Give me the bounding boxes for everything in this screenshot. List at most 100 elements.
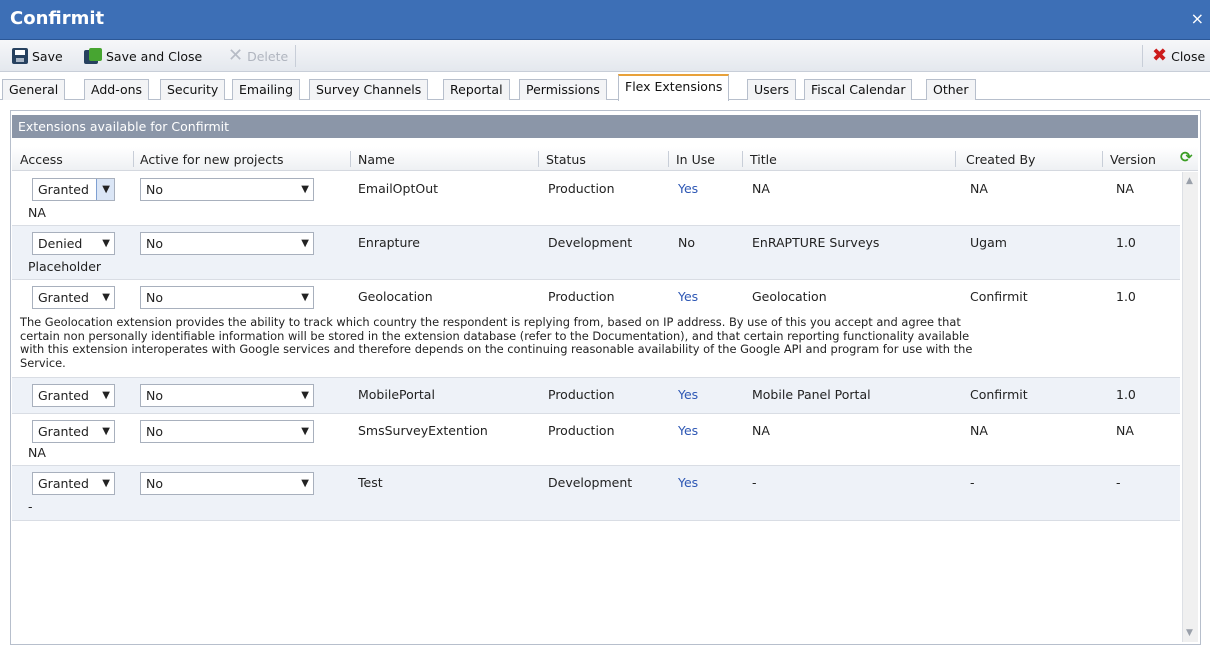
tab-general[interactable]: General	[2, 79, 66, 100]
scroll-up-icon[interactable]: ▲	[1186, 176, 1193, 186]
in-use-link[interactable]: Yes	[678, 181, 698, 196]
extension-version: 1.0	[1116, 387, 1136, 402]
tab-permissions[interactable]: Permissions	[519, 79, 607, 100]
in-use-value: No	[678, 235, 695, 250]
column-in-use[interactable]: In Use	[676, 152, 715, 167]
column-divider	[955, 151, 956, 167]
access-value: Granted	[38, 476, 89, 491]
chevron-down-icon: ▼	[102, 184, 110, 195]
save-and-close-button[interactable]: Save and Close	[80, 44, 206, 68]
toolbar-divider	[1142, 45, 1143, 67]
in-use-link[interactable]: Yes	[678, 423, 698, 438]
description-line: The Geolocation extension provides the a…	[20, 315, 961, 329]
refresh-icon[interactable]: ⟳	[1180, 149, 1196, 165]
access-select[interactable]: Denied ▼	[32, 232, 115, 255]
extension-title: NA	[752, 181, 770, 196]
active-value: No	[146, 182, 163, 197]
active-for-new-projects-select[interactable]: No ▼	[140, 472, 314, 495]
extension-name: MobilePortal	[358, 387, 435, 402]
table-row[interactable]: Granted ▼ No ▼ EmailOptOut Production Ye…	[12, 172, 1180, 226]
active-for-new-projects-select[interactable]: No ▼	[140, 178, 314, 201]
tab-other[interactable]: Other	[926, 79, 976, 100]
active-for-new-projects-select[interactable]: No ▼	[140, 420, 314, 443]
table-row[interactable]: Granted ▼ No ▼ Geolocation Production Ye…	[12, 280, 1180, 378]
delete-icon: ✕	[228, 45, 244, 66]
tab-users[interactable]: Users	[747, 79, 797, 100]
created-by: Ugam	[970, 235, 1007, 250]
close-button[interactable]: ✖ Close	[1148, 44, 1209, 68]
close-label: Close	[1171, 48, 1206, 64]
chevron-down-icon: ▼	[102, 238, 110, 249]
column-title[interactable]: Title	[750, 152, 777, 167]
description-line: certain non personally identifiable info…	[20, 328, 970, 343]
save-and-close-icon	[84, 48, 102, 64]
extension-version: NA	[1116, 181, 1134, 196]
column-name[interactable]: Name	[358, 152, 395, 167]
tab-fiscal-calendar[interactable]: Fiscal Calendar	[804, 79, 913, 100]
access-select[interactable]: Granted ▼	[32, 384, 115, 407]
column-status[interactable]: Status	[546, 152, 586, 167]
tab-reportal[interactable]: Reportal	[443, 79, 510, 100]
window-close-icon[interactable]: ×	[1191, 11, 1204, 27]
extension-title: EnRAPTURE Surveys	[752, 235, 880, 250]
chevron-down-icon: ▼	[301, 184, 309, 195]
close-icon: ✖	[1152, 45, 1168, 66]
save-button[interactable]: Save	[8, 44, 67, 68]
extension-status: Production	[548, 423, 615, 438]
access-select[interactable]: Granted ▼	[32, 472, 115, 495]
chevron-down-icon: ▼	[301, 390, 309, 401]
extension-title: Mobile Panel Portal	[752, 387, 871, 402]
extension-name: Test	[358, 475, 383, 490]
scroll-down-icon[interactable]: ▼	[1186, 628, 1193, 638]
extension-version: 1.0	[1116, 235, 1136, 250]
active-for-new-projects-select[interactable]: No ▼	[140, 384, 314, 407]
toolbar-divider	[295, 45, 296, 67]
column-version[interactable]: Version	[1110, 152, 1156, 167]
in-use-link[interactable]: Yes	[678, 289, 698, 304]
delete-button[interactable]: ✕ Delete	[224, 44, 292, 68]
column-divider	[668, 151, 669, 167]
access-select[interactable]: Granted ▼	[32, 286, 115, 309]
chevron-down-icon: ▼	[301, 478, 309, 489]
access-select[interactable]: Granted ▼	[32, 178, 115, 201]
column-divider	[538, 151, 539, 167]
chevron-down-icon: ▼	[102, 426, 110, 437]
tab-emailing[interactable]: Emailing	[232, 79, 301, 100]
description-line: with this extension interoperates with G…	[20, 342, 973, 356]
chevron-down-icon: ▼	[301, 426, 309, 437]
tab-survey-channels[interactable]: Survey Channels	[309, 79, 429, 100]
active-for-new-projects-select[interactable]: No ▼	[140, 286, 314, 309]
created-by: Confirmit	[970, 289, 1028, 304]
extension-description: NA	[28, 205, 46, 220]
extension-name: Enrapture	[358, 235, 420, 250]
extension-title: NA	[752, 423, 770, 438]
created-by: NA	[970, 423, 988, 438]
chevron-down-icon: ▼	[102, 292, 110, 303]
table-row[interactable]: Granted ▼ No ▼ Test Development Yes - - …	[12, 466, 1180, 521]
table-row[interactable]: Granted ▼ No ▼ MobilePortal Production Y…	[12, 378, 1180, 414]
column-created-by[interactable]: Created By	[966, 152, 1035, 167]
column-active-for-new-projects[interactable]: Active for new projects	[140, 152, 284, 167]
extension-version: -	[1116, 475, 1121, 490]
column-access[interactable]: Access	[20, 152, 63, 167]
description-line: Service.	[20, 355, 66, 370]
access-value: Granted	[38, 182, 89, 197]
column-divider	[1102, 151, 1103, 167]
save-label: Save	[32, 48, 63, 64]
in-use-link[interactable]: Yes	[678, 387, 698, 402]
extension-name: SmsSurveyExtention	[358, 423, 488, 438]
tab-flex-extensions[interactable]: Flex Extensions	[618, 74, 730, 101]
tab-security[interactable]: Security	[160, 79, 226, 100]
tab-add-ons[interactable]: Add-ons	[84, 79, 150, 100]
in-use-link[interactable]: Yes	[678, 475, 698, 490]
save-and-close-label: Save and Close	[106, 48, 203, 64]
extension-title: -	[752, 475, 757, 490]
table-row[interactable]: Granted ▼ No ▼ SmsSurveyExtention Produc…	[12, 414, 1180, 466]
access-value: Granted	[38, 290, 89, 305]
active-for-new-projects-select[interactable]: No ▼	[140, 232, 314, 255]
window-title: Confirmit	[10, 8, 105, 29]
vertical-scrollbar[interactable]: ▲ ▼	[1182, 172, 1198, 642]
table-row[interactable]: Denied ▼ No ▼ Enrapture Development No E…	[12, 226, 1180, 280]
access-select[interactable]: Granted ▼	[32, 420, 115, 443]
column-divider	[133, 151, 134, 167]
